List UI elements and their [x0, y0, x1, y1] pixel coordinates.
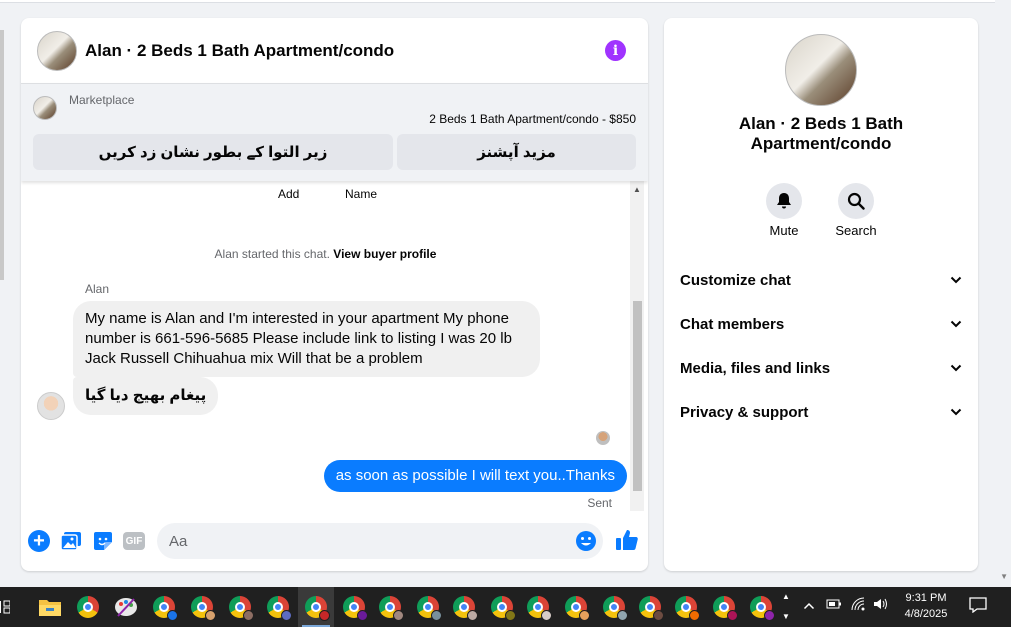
chat-members-section[interactable]: Chat members	[680, 314, 962, 334]
scroll-down-arrow-icon[interactable]: ▼	[1000, 572, 1008, 581]
chat-avatar[interactable]	[37, 30, 77, 71]
name-action[interactable]: Name	[345, 187, 377, 201]
section-label: Chat members	[680, 315, 785, 333]
bell-icon[interactable]	[766, 183, 802, 219]
media-files-links-section[interactable]: Media, files and links	[680, 358, 962, 378]
section-label: Privacy & support	[680, 403, 809, 421]
chrome-profile-icon[interactable]	[743, 587, 779, 627]
chevron-down-icon	[950, 276, 962, 284]
chat-header: Alan · 2 Beds 1 Bath Apartment/condo i	[21, 18, 648, 83]
taskbar: ▲ ▼ 9:31 PM 4/8/2025	[0, 587, 1011, 627]
taskbar-scroll-down-icon[interactable]: ▼	[782, 607, 790, 627]
search-label: Search	[835, 223, 877, 238]
sticker-icon[interactable]	[92, 530, 114, 552]
listing-title[interactable]: 2 Beds 1 Bath Apartment/condo - $850	[429, 112, 636, 126]
privacy-support-section[interactable]: Privacy & support	[680, 402, 962, 422]
message-input[interactable]	[157, 523, 603, 559]
seen-indicator-avatar	[596, 431, 610, 445]
scrollbar-thumb[interactable]	[633, 301, 642, 491]
task-view-icon[interactable]	[0, 587, 16, 627]
chrome-profile-icon[interactable]	[446, 587, 482, 627]
search-icon[interactable]	[838, 183, 874, 219]
sender-name: Alan	[85, 282, 110, 296]
chrome-profile-icon[interactable]	[146, 587, 182, 627]
chrome-profile-icon[interactable]	[632, 587, 668, 627]
chat-panel: Alan · 2 Beds 1 Bath Apartment/condo i M…	[21, 18, 648, 571]
file-explorer-icon[interactable]	[32, 587, 68, 627]
chrome-profile-icon[interactable]	[336, 587, 372, 627]
taskbar-scroll-up-icon[interactable]: ▲	[782, 587, 790, 607]
info-icon[interactable]: i	[605, 40, 626, 61]
chrome-profile-icon[interactable]	[706, 587, 742, 627]
chat-title[interactable]: Alan · 2 Beds 1 Bath Apartment/condo	[85, 41, 394, 61]
photo-icon[interactable]	[60, 530, 82, 552]
mute-label: Mute	[769, 223, 799, 238]
marketplace-label: Marketplace	[69, 93, 135, 107]
battery-icon[interactable]	[826, 597, 842, 616]
view-buyer-profile-link[interactable]: View buyer profile	[333, 247, 436, 261]
notification-icon[interactable]	[969, 597, 987, 618]
chrome-profile-icon[interactable]	[222, 587, 258, 627]
more-options-button[interactable]: مزید آپشنز	[397, 134, 636, 170]
profile-name[interactable]: Alan · 2 Beds 1 Bath Apartment/condo	[704, 114, 938, 154]
chat-info-sidebar: Alan · 2 Beds 1 Bath Apartment/condo Mut…	[664, 18, 978, 571]
top-strip	[0, 0, 995, 3]
emoji-icon[interactable]	[575, 530, 597, 552]
mute-button[interactable]: Mute	[754, 183, 814, 238]
chrome-profile-icon[interactable]	[520, 587, 556, 627]
add-friend-action[interactable]: Add	[278, 187, 299, 201]
chrome-profile-icon[interactable]	[558, 587, 594, 627]
chevron-up-icon[interactable]	[803, 597, 815, 615]
clock-date: 4/8/2025	[904, 608, 948, 620]
chrome-profile-icon[interactable]	[184, 587, 220, 627]
volume-icon[interactable]	[873, 597, 889, 616]
scroll-up-arrow-icon[interactable]: ▲	[633, 185, 641, 194]
message-list: Add Name Alan started this chat. View bu…	[21, 181, 630, 511]
message-scrollbar[interactable]: ▲	[630, 181, 644, 511]
listing-thumbnail[interactable]	[33, 96, 57, 120]
chevron-down-icon	[950, 408, 962, 416]
chevron-down-icon	[950, 364, 962, 372]
message-bubble[interactable]: as soon as possible I will text you..Tha…	[323, 460, 627, 492]
chrome-profile-icon[interactable]	[484, 587, 520, 627]
customize-chat-section[interactable]: Customize chat	[680, 270, 962, 290]
chevron-down-icon	[950, 320, 962, 328]
chrome-profile-icon[interactable]	[410, 587, 446, 627]
message-bubble[interactable]: پیغام بھیج دیا گیا	[73, 377, 219, 415]
search-button[interactable]: Search	[826, 183, 886, 238]
page-scrollbar[interactable]: ▼	[995, 0, 1011, 587]
chat-started-notice: Alan started this chat. View buyer profi…	[21, 247, 630, 261]
chrome-icon[interactable]	[70, 587, 106, 627]
profile-avatar[interactable]	[785, 34, 857, 106]
wifi-icon[interactable]	[851, 597, 867, 616]
chrome-profile-icon[interactable]	[596, 587, 632, 627]
composer: + GIF	[21, 518, 648, 566]
mark-pending-button[interactable]: زیر التوا کے بطور نشان زد کریں	[33, 134, 393, 170]
chrome-profile-icon[interactable]	[260, 587, 296, 627]
sender-avatar[interactable]	[37, 392, 65, 420]
paint-icon[interactable]	[108, 587, 144, 627]
marketplace-banner: Marketplace 2 Beds 1 Bath Apartment/cond…	[21, 83, 648, 181]
chrome-profile-icon[interactable]	[298, 587, 334, 627]
clock[interactable]: 9:31 PM 4/8/2025	[903, 590, 949, 622]
left-scroll-edge	[0, 30, 4, 280]
gif-icon[interactable]: GIF	[123, 532, 145, 550]
section-label: Customize chat	[680, 271, 791, 289]
sent-status: Sent	[587, 496, 612, 510]
thumbs-up-icon[interactable]	[615, 528, 639, 552]
section-label: Media, files and links	[680, 359, 831, 377]
clock-time: 9:31 PM	[905, 592, 947, 604]
plus-icon[interactable]: +	[28, 530, 50, 552]
chrome-profile-icon[interactable]	[372, 587, 408, 627]
chat-started-text: Alan started this chat.	[214, 247, 330, 261]
chrome-profile-icon[interactable]	[668, 587, 704, 627]
message-bubble[interactable]: My name is Alan and I'm interested in yo…	[73, 301, 540, 377]
